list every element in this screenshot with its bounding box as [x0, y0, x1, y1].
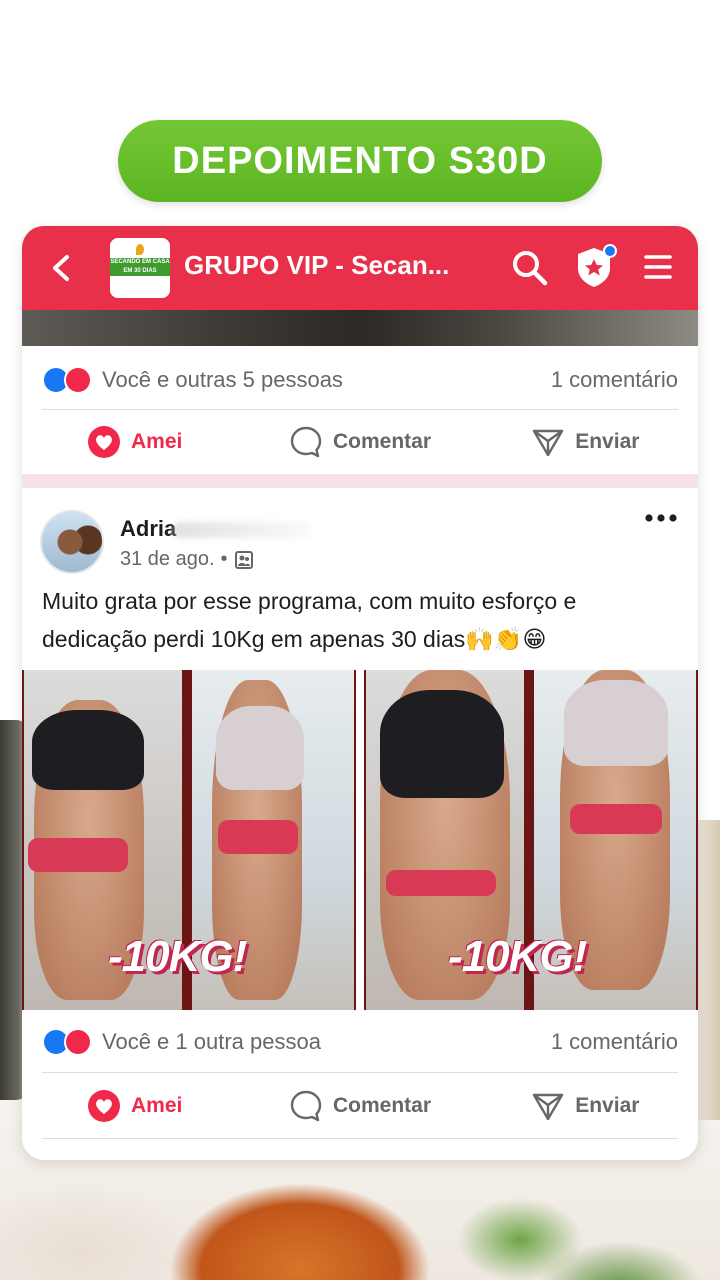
group-title[interactable]: GRUPO VIP - Secan... [184, 250, 449, 281]
leaf-icon [136, 244, 144, 255]
comment-icon [290, 426, 322, 458]
author-name[interactable]: Adria [120, 516, 176, 542]
background-decor-right [696, 820, 720, 1120]
post-separator [22, 474, 698, 488]
testimonial-badge: DEPOIMENTO S30D [118, 120, 602, 202]
reactions-summary[interactable]: Você e outras 5 pessoas [102, 367, 343, 393]
previous-post-reactions: Você e outras 5 pessoas 1 comentário [42, 360, 678, 400]
love-icon [87, 426, 120, 458]
comments-count[interactable]: 1 comentário [551, 367, 678, 393]
post-meta: 31 de ago. • [120, 548, 254, 571]
shield-star-icon[interactable] [574, 244, 618, 290]
send-icon [533, 1093, 564, 1121]
weight-loss-label: -10KG! [448, 932, 587, 981]
reactions-summary[interactable]: Você e 1 outra pessoa [102, 1029, 321, 1055]
post-date[interactable]: 31 de ago. [120, 548, 215, 571]
divider [42, 409, 678, 410]
comment-icon [290, 1090, 322, 1122]
love-button[interactable]: Amei [22, 425, 247, 459]
back-arrow-icon[interactable] [50, 253, 72, 283]
love-icon [87, 1090, 120, 1122]
post-reactions: Você e 1 outra pessoa 1 comentário [42, 1022, 678, 1062]
group-top-bar: SECANDO EM CASA EM 30 DIAS GRUPO VIP - S… [22, 226, 698, 310]
previous-post-photo[interactable] [22, 310, 698, 346]
photo-panel-side: -10KG! [22, 670, 356, 1010]
love-icon [64, 1028, 92, 1056]
send-button[interactable]: Enviar [473, 1089, 698, 1123]
divider [42, 1138, 678, 1139]
comment-button[interactable]: Comentar [247, 1089, 472, 1123]
divider [42, 1072, 678, 1073]
previous-post-actions: Amei Comentar Enviar [22, 412, 698, 472]
weight-loss-label: -10KG! [108, 932, 247, 981]
love-button[interactable]: Amei [22, 1089, 247, 1123]
facebook-screenshot-card: SECANDO EM CASA EM 30 DIAS GRUPO VIP - S… [22, 226, 698, 1160]
send-button[interactable]: Enviar [473, 425, 698, 459]
photo-panel-front: -10KG! [364, 670, 698, 1010]
author-avatar[interactable] [40, 510, 104, 574]
group-logo[interactable]: SECANDO EM CASA EM 30 DIAS [110, 238, 170, 298]
send-icon [533, 429, 564, 457]
before-after-photo[interactable]: -10KG! -10KG! [22, 670, 698, 1010]
audience-icon [234, 550, 253, 569]
search-icon[interactable] [510, 248, 550, 288]
more-icon[interactable] [644, 512, 678, 524]
love-icon [64, 366, 92, 394]
comments-count[interactable]: 1 comentário [551, 1029, 678, 1055]
post-actions: Amei Comentar Enviar [22, 1076, 698, 1136]
author-name-redaction [172, 522, 312, 538]
menu-icon[interactable] [644, 252, 672, 282]
group-logo-text: SECANDO EM CASA EM 30 DIAS [110, 258, 170, 276]
comment-button[interactable]: Comentar [247, 425, 472, 459]
post-text: Muito grata por esse programa, com muito… [42, 588, 577, 652]
